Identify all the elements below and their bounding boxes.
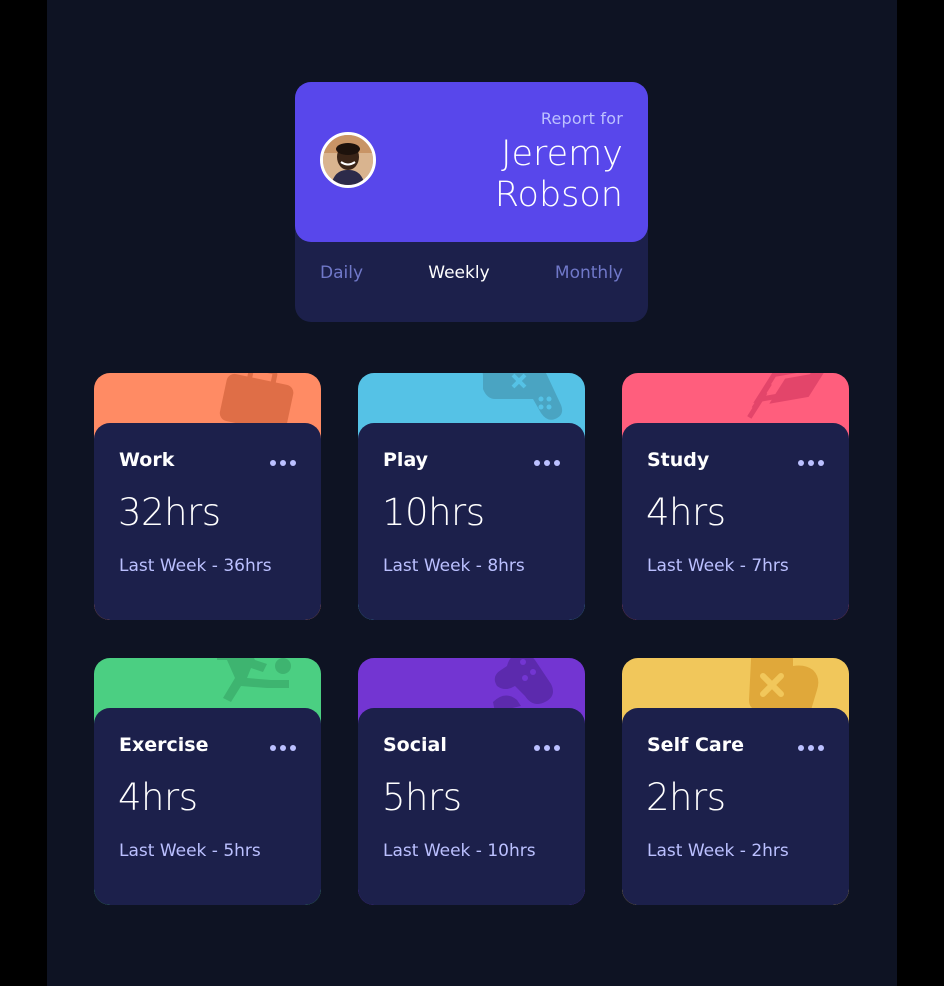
user-name: Jeremy Robson — [494, 134, 623, 215]
card-work-body[interactable]: Work 32hrs Last Week - 36hrs — [94, 423, 321, 620]
card-exercise-body[interactable]: Exercise 4hrs Last Week - 5hrs — [94, 708, 321, 905]
tab-weekly[interactable]: Weekly — [428, 263, 489, 283]
period-tabs: Daily Weekly Monthly — [320, 263, 623, 283]
ellipsis-icon[interactable] — [797, 459, 825, 467]
current-hours: 4hrs — [118, 776, 198, 819]
card-social-body[interactable]: Social 5hrs Last Week - 10hrs — [358, 708, 585, 905]
previous-hours: Last Week - 8hrs — [383, 556, 525, 576]
tab-monthly[interactable]: Monthly — [555, 263, 623, 283]
previous-hours: Last Week - 7hrs — [647, 556, 789, 576]
current-hours: 32hrs — [118, 491, 221, 534]
previous-hours: Last Week - 10hrs — [383, 841, 536, 861]
ellipsis-icon[interactable] — [269, 459, 297, 467]
ellipsis-icon[interactable] — [533, 459, 561, 467]
current-hours: 5hrs — [382, 776, 462, 819]
card-social: Social 5hrs Last Week - 10hrs — [358, 658, 585, 905]
ellipsis-icon[interactable] — [797, 744, 825, 752]
card-play-body[interactable]: Play 10hrs Last Week - 8hrs — [358, 423, 585, 620]
card-title: Work — [119, 449, 175, 471]
card-exercise: Exercise 4hrs Last Week - 5hrs — [94, 658, 321, 905]
user-avatar — [320, 132, 376, 188]
card-work: Work 32hrs Last Week - 36hrs — [94, 373, 321, 620]
profile-card: Report for Jeremy Robson Daily Weekly Mo… — [295, 82, 648, 322]
current-hours: 10hrs — [382, 491, 485, 534]
card-title: Social — [383, 734, 447, 756]
card-title: Exercise — [119, 734, 209, 756]
dashboard-viewport: Report for Jeremy Robson Daily Weekly Mo… — [47, 0, 897, 986]
tab-daily[interactable]: Daily — [320, 263, 363, 283]
current-hours: 2hrs — [646, 776, 726, 819]
card-play: Play 10hrs Last Week - 8hrs — [358, 373, 585, 620]
previous-hours: Last Week - 36hrs — [119, 556, 272, 576]
card-title: Play — [383, 449, 429, 471]
profile-header: Report for Jeremy Robson — [295, 82, 648, 242]
report-for-label: Report for — [540, 109, 623, 128]
previous-hours: Last Week - 2hrs — [647, 841, 789, 861]
ellipsis-icon[interactable] — [269, 744, 297, 752]
card-self-care: Self Care 2hrs Last Week - 2hrs — [622, 658, 849, 905]
card-title: Study — [647, 449, 710, 471]
card-study: Study 4hrs Last Week - 7hrs — [622, 373, 849, 620]
card-title: Self Care — [647, 734, 744, 756]
card-self-care-body[interactable]: Self Care 2hrs Last Week - 2hrs — [622, 708, 849, 905]
card-study-body[interactable]: Study 4hrs Last Week - 7hrs — [622, 423, 849, 620]
previous-hours: Last Week - 5hrs — [119, 841, 261, 861]
ellipsis-icon[interactable] — [533, 744, 561, 752]
current-hours: 4hrs — [646, 491, 726, 534]
